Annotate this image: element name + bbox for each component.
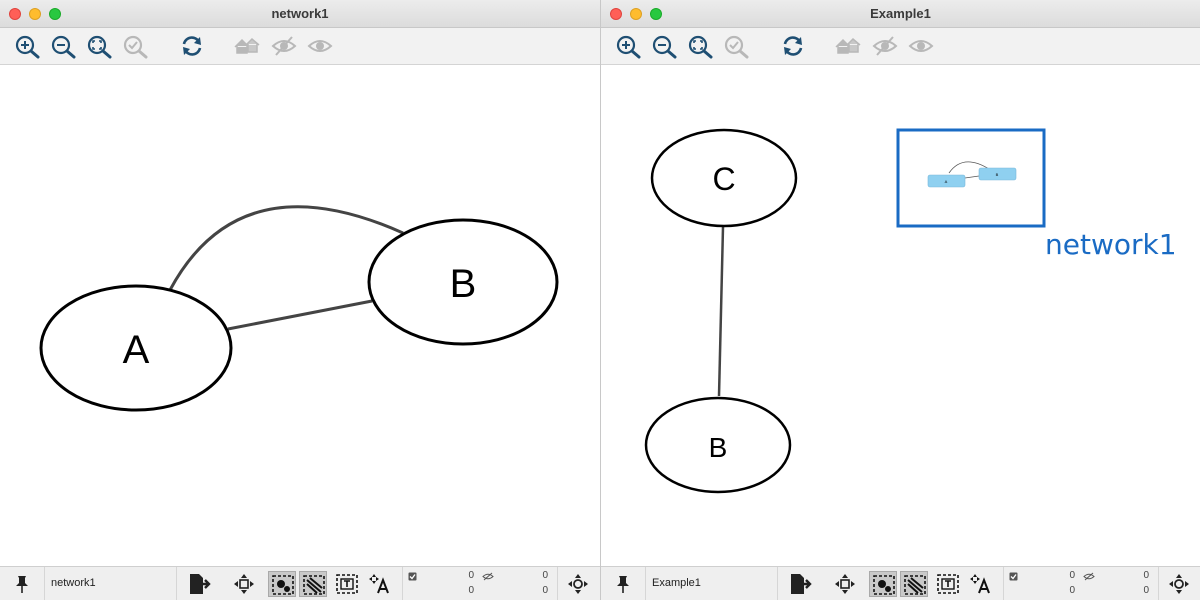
zoom-fit-icon[interactable] [686, 33, 714, 59]
selected-counts: 0 0 [1009, 567, 1079, 600]
network-canvas[interactable]: C B A B network1 [601, 65, 1200, 566]
network-window-network1: network1 A B network1 0 0 0 0 [0, 0, 600, 600]
zoom-selected-icon [121, 33, 149, 59]
select-nodes-icon[interactable] [869, 571, 897, 597]
select-edges-icon[interactable] [900, 571, 928, 597]
zoom-in-icon[interactable] [614, 33, 642, 59]
selected-nodes-count: 0 [468, 570, 474, 581]
hidden-nodes-count: 0 [542, 570, 548, 581]
selected-counts: 0 0 [408, 567, 478, 600]
nested-network-label: network1 [1045, 228, 1177, 261]
hidden-eye-icon [482, 572, 494, 581]
node-c[interactable]: C [650, 128, 798, 228]
pan-icon[interactable] [230, 571, 258, 597]
select-annotations-icon[interactable] [934, 571, 962, 597]
edge-a-b-straight[interactable] [227, 299, 373, 331]
node-label: C [712, 161, 735, 197]
node-a[interactable]: A [39, 284, 233, 412]
node-b[interactable]: B [367, 218, 559, 346]
view-toolbar [0, 28, 600, 65]
selected-checkbox-icon [1009, 572, 1018, 581]
zoom-out-icon[interactable] [650, 33, 678, 59]
thumbnail-node-label: B [996, 172, 999, 177]
view-toolbar [601, 28, 1200, 65]
refresh-icon[interactable] [779, 33, 807, 59]
selected-edges-count: 0 [468, 585, 474, 596]
refresh-icon[interactable] [178, 33, 206, 59]
window-title: network1 [271, 6, 329, 21]
thumbnail-node-label: A [945, 179, 948, 184]
select-edges-icon[interactable] [299, 571, 327, 597]
zoom-in-icon[interactable] [13, 33, 41, 59]
select-nodes-icon[interactable] [268, 571, 296, 597]
hidden-eye-icon [1083, 572, 1095, 581]
title-bar[interactable]: network1 [0, 0, 600, 28]
export-icon[interactable] [185, 571, 213, 597]
window-title: Example1 [870, 6, 931, 21]
hidden-edges-count: 0 [1143, 585, 1149, 596]
navigate-icon[interactable] [1165, 571, 1193, 597]
export-icon[interactable] [786, 571, 814, 597]
show-icon [907, 33, 935, 59]
network-name: network1 [51, 577, 96, 589]
hidden-counts: 0 0 [1083, 567, 1153, 600]
node-label: B [450, 262, 477, 306]
selected-checkbox-icon [408, 572, 417, 581]
status-bar: network1 0 0 0 0 [0, 566, 600, 600]
edge-c-b[interactable] [717, 226, 725, 397]
hidden-counts: 0 0 [482, 567, 552, 600]
pin-icon[interactable] [609, 571, 637, 597]
title-bar[interactable]: Example1 [601, 0, 1200, 28]
selected-nodes-count: 0 [1069, 570, 1075, 581]
navigate-icon[interactable] [564, 571, 592, 597]
hidden-edges-count: 0 [542, 585, 548, 596]
hide-icon [871, 33, 899, 59]
home-icon [834, 33, 862, 59]
show-icon [306, 33, 334, 59]
node-label: A [123, 328, 150, 372]
selected-edges-count: 0 [1069, 585, 1075, 596]
network-name: Example1 [652, 577, 701, 589]
select-annotations-icon[interactable] [333, 571, 361, 597]
zoom-out-icon[interactable] [49, 33, 77, 59]
hidden-nodes-count: 0 [1143, 570, 1149, 581]
zoom-selected-icon [722, 33, 750, 59]
network-window-example1: Example1 C B A B network1 Example1 0 0 0… [600, 0, 1200, 600]
node-b[interactable]: B [644, 396, 792, 494]
network-canvas[interactable]: A B [0, 65, 600, 566]
pin-icon[interactable] [8, 571, 36, 597]
node-label: B [709, 432, 728, 463]
label-move-icon[interactable] [366, 571, 394, 597]
zoom-fit-icon[interactable] [85, 33, 113, 59]
label-move-icon[interactable] [967, 571, 995, 597]
status-bar: Example1 0 0 0 0 [601, 566, 1200, 600]
nested-network-thumbnail[interactable]: A B [896, 128, 1046, 228]
hide-icon [270, 33, 298, 59]
pan-icon[interactable] [831, 571, 859, 597]
home-icon [233, 33, 261, 59]
